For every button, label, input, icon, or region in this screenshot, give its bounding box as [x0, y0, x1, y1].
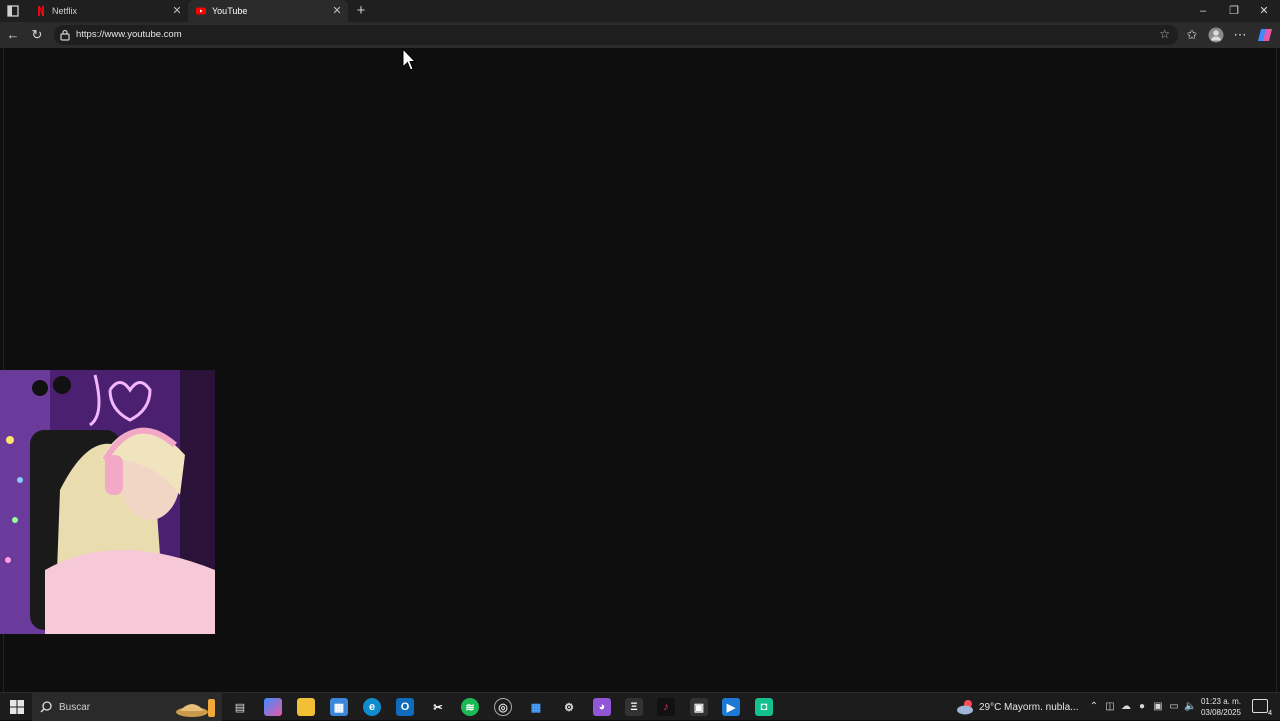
webcam-image [0, 370, 215, 634]
refresh-icon[interactable]: ↻ [29, 27, 45, 43]
epic-icon[interactable]: Ξ [625, 698, 643, 716]
close-window-button[interactable]: ✕ [1254, 3, 1274, 19]
volume-icon[interactable]: 🔈 [1184, 701, 1196, 713]
start-icon[interactable] [8, 698, 26, 716]
clock-time[interactable]: 01:23 a. m. [1197, 697, 1245, 706]
new-tab-button[interactable]: + [352, 2, 370, 20]
search-highlight-icon [176, 699, 215, 717]
address-url: https://www.youtube.com [76, 29, 182, 40]
outlook-icon[interactable]: O [396, 698, 414, 716]
settings-icon[interactable]: ⚙ [560, 698, 578, 716]
minimize-button[interactable]: – [1193, 3, 1213, 19]
notification-count: 4 [1268, 710, 1272, 717]
search-label: Buscar [59, 702, 91, 713]
tab-label: Netflix [52, 6, 78, 16]
restore-button[interactable]: ❐ [1224, 3, 1244, 19]
netflix-icon [38, 6, 44, 16]
spotify-icon[interactable]: ≋ [461, 698, 479, 716]
back-icon[interactable]: ← [5, 27, 21, 43]
tiktok-icon[interactable]: ♪ [657, 698, 675, 716]
steam-icon[interactable]: ◎ [494, 698, 512, 716]
weather-icon[interactable] [956, 698, 976, 716]
notifications-icon[interactable]: 4 [1252, 699, 1272, 717]
browser-toolbar: ← ↻ https://www.youtube.com ☆ ✩ ⋯ [0, 22, 1280, 48]
file-explorer-icon[interactable] [297, 698, 315, 716]
microphone-icon[interactable]: ● [1136, 701, 1148, 713]
taskbar-search[interactable]: Buscar [32, 693, 222, 721]
capcut-icon[interactable]: ✂ [429, 698, 447, 716]
address-bar[interactable]: https://www.youtube.com ☆ [54, 25, 1178, 45]
close-tab-icon[interactable]: ✕ [170, 4, 184, 18]
tab-label: YouTube [212, 6, 248, 16]
favorites-icon[interactable]: ✩ [1184, 27, 1200, 43]
favorite-star-icon[interactable]: ☆ [1159, 27, 1170, 41]
youtube-icon [196, 7, 206, 15]
store-icon[interactable]: ▦ [330, 698, 348, 716]
mouse-cursor-icon [402, 48, 416, 71]
clock-date[interactable]: 03/08/2025 [1197, 708, 1245, 717]
camera-icon[interactable]: ▣ [690, 698, 708, 716]
lock-icon [60, 29, 70, 41]
weather-description[interactable]: Mayorm. nubla... [1004, 702, 1078, 713]
onedrive-icon[interactable]: ☁ [1120, 701, 1132, 713]
discord-icon[interactable]: ◕ [593, 698, 611, 716]
tray-app-icon[interactable]: ◫ [1104, 701, 1116, 713]
task-view-icon[interactable]: ▤ [231, 698, 249, 716]
streamlabs-icon[interactable]: ▶ [722, 698, 740, 716]
tab-netflix[interactable]: Netflix ✕ [28, 0, 188, 22]
copilot-icon[interactable] [264, 698, 282, 716]
edge-icon[interactable]: e [363, 698, 381, 716]
profile-avatar-icon[interactable] [1208, 27, 1224, 43]
more-options-icon[interactable]: ⋯ [1232, 27, 1248, 43]
taskbar: Buscar ▤ ▦ e O ✂ ≋ ◎ ▦ ⚙ ◕ Ξ ♪ ▣ ▶ ◘ 29°… [0, 692, 1280, 721]
tab-actions-icon[interactable] [6, 4, 20, 18]
webcam-overlay [0, 370, 215, 634]
weather-temperature[interactable]: 29°C [979, 702, 1001, 713]
tab-youtube[interactable]: YouTube ✕ [188, 0, 348, 22]
apps-grid-icon[interactable]: ▦ [527, 698, 545, 716]
copilot-sidebar-icon[interactable] [1257, 27, 1273, 43]
network-icon[interactable]: ▭ [1168, 701, 1180, 713]
close-tab-icon[interactable]: ✕ [330, 4, 344, 18]
tray-camera-icon[interactable]: ▣ [1152, 701, 1164, 713]
tab-strip: Netflix ✕ YouTube ✕ + – ❐ ✕ [0, 0, 1280, 22]
chat-app-icon[interactable]: ◘ [755, 698, 773, 716]
search-icon [40, 701, 52, 713]
chevron-up-icon[interactable]: ⌃ [1088, 701, 1100, 713]
